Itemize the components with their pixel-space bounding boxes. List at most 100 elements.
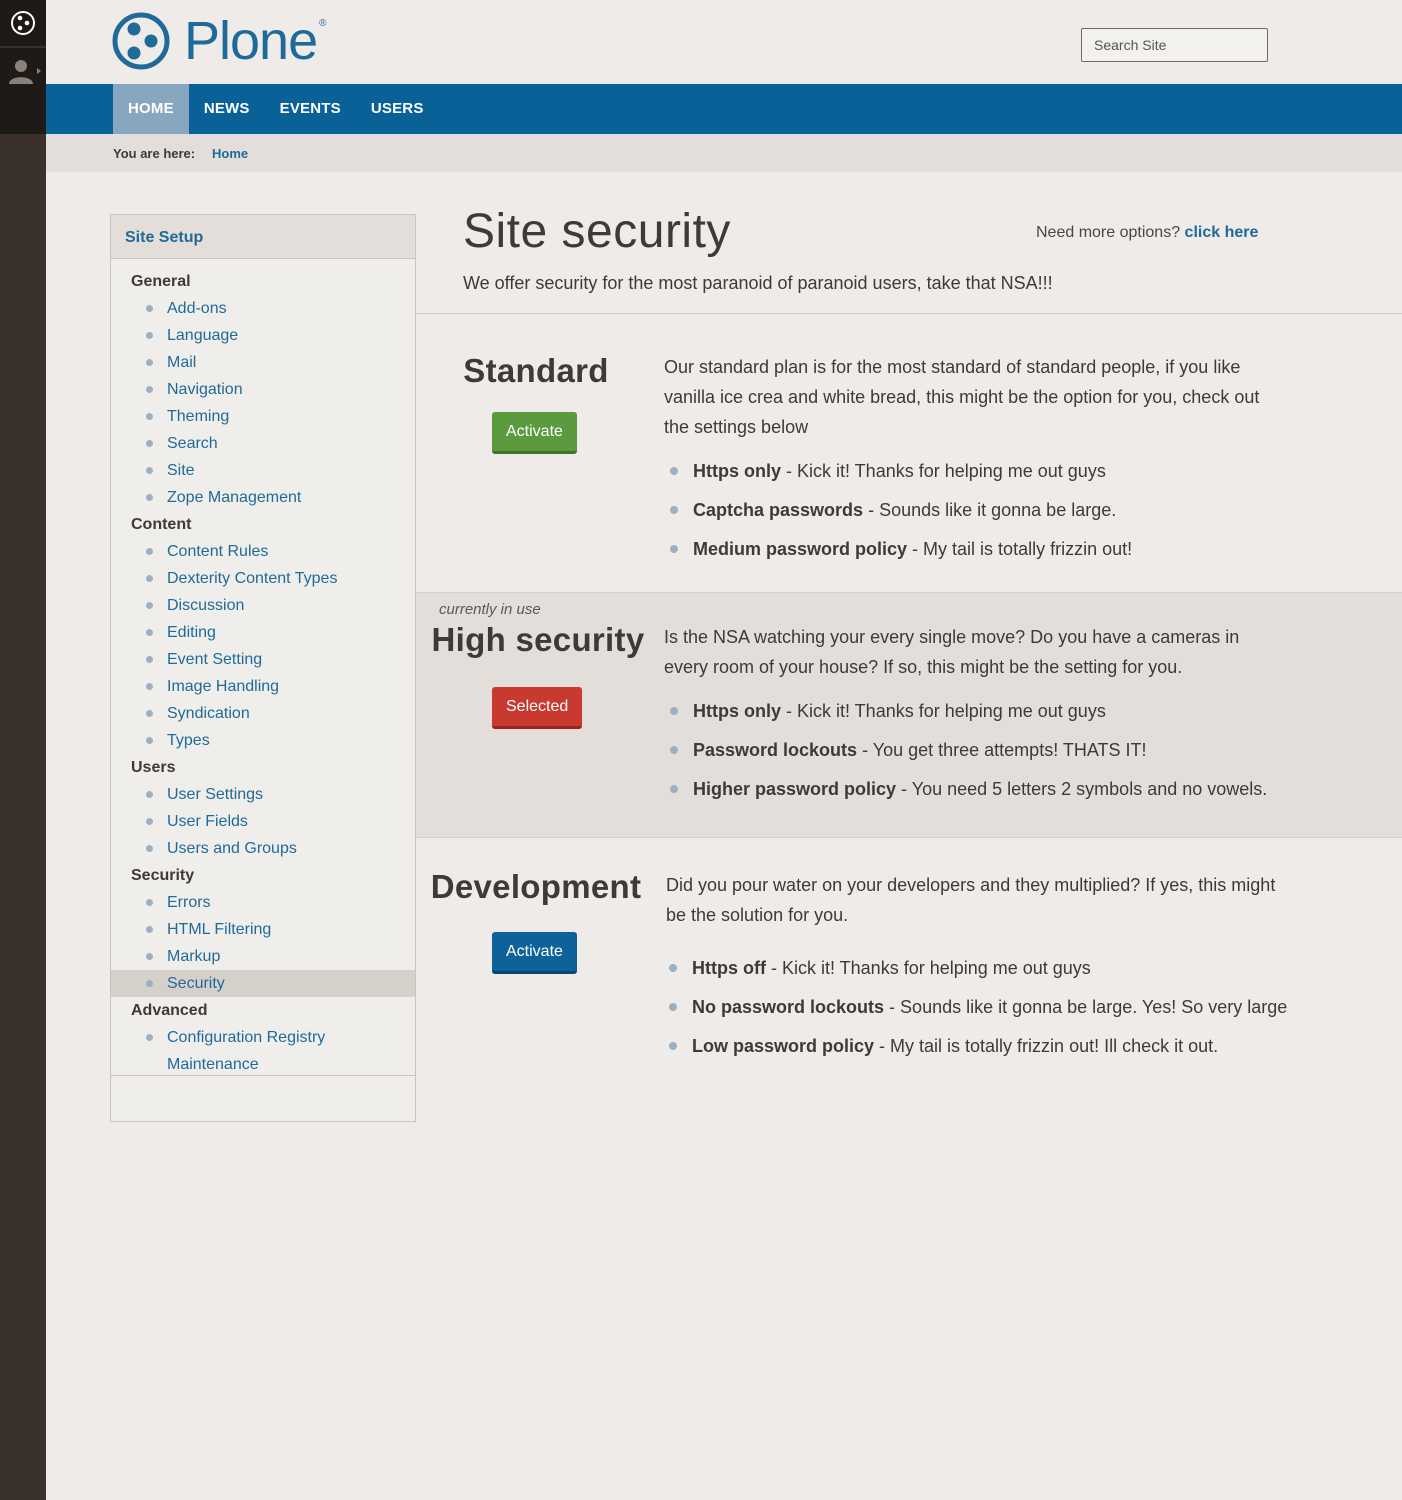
nav-users[interactable]: USERS (356, 84, 439, 134)
sidebar-item-site[interactable]: Site (111, 457, 415, 484)
sidebar-item-user-fields[interactable]: User Fields (111, 808, 415, 835)
bullet-icon (146, 440, 153, 447)
bullet-icon (670, 785, 678, 793)
nav-events[interactable]: EVENTS (265, 84, 356, 134)
sidebar-item-mail[interactable]: Mail (111, 349, 415, 376)
nav-news[interactable]: NEWS (189, 84, 265, 134)
sidebar-item-label: Image Handling (167, 678, 280, 695)
feature-text: My tail is totally frizzin out! Ill chec… (890, 1036, 1219, 1056)
sidebar-item-label: User Fields (167, 813, 248, 830)
bullet-icon (669, 964, 677, 972)
site-logo[interactable]: Plone ® (112, 12, 327, 70)
sidebar-item-add-ons[interactable]: Add-ons (111, 295, 415, 322)
toolbar-plone-logo-icon[interactable] (0, 0, 46, 46)
bullet-icon (146, 845, 153, 852)
sidebar-item-markup[interactable]: Markup (111, 943, 415, 970)
sidebar-item-label: Configuration Registry (167, 1029, 326, 1046)
bullet-icon (146, 1034, 153, 1041)
sidebar-item-html-filtering[interactable]: HTML Filtering (111, 916, 415, 943)
sidebar-item-image-handling[interactable]: Image Handling (111, 673, 415, 700)
bullet-icon (146, 602, 153, 609)
sidebar-item-label: Maintenance (167, 1056, 259, 1073)
sidebar-item-search[interactable]: Search (111, 430, 415, 457)
sidebar-category-users: Users (131, 759, 176, 776)
page-description: We offer security for the most paranoid … (463, 273, 1053, 293)
toolbar-user-menu[interactable] (0, 48, 46, 134)
site-setup-sidebar: Site Setup General Add-ons Language Mail… (110, 214, 416, 1122)
bullet-icon (146, 737, 153, 744)
sidebar-item-navigation[interactable]: Navigation (111, 376, 415, 403)
feature-list: Https only - Kick it! Thanks for helping… (668, 456, 1132, 573)
feature-item: Https only - Kick it! Thanks for helping… (668, 696, 1267, 735)
sidebar-item-language[interactable]: Language (111, 322, 415, 349)
feature-text: Kick it! Thanks for helping me out guys (797, 461, 1106, 481)
selected-button[interactable]: Selected (492, 687, 583, 729)
feature-name: No password lockouts (692, 997, 885, 1017)
feature-text: Sounds like it gonna be large. Yes! So v… (900, 997, 1288, 1017)
more-options-link[interactable]: click here (1185, 224, 1259, 241)
bullet-icon (146, 332, 153, 339)
sidebar-item-configuration-registry[interactable]: Configuration Registry (111, 1024, 415, 1051)
feature-name: Https only (693, 701, 781, 721)
sidebar-item-syndication[interactable]: Syndication (111, 700, 415, 727)
plone-logo-icon (112, 12, 170, 70)
sidebar-item-maintenance[interactable]: Maintenance (111, 1051, 415, 1078)
nav-home[interactable]: HOME (113, 84, 189, 134)
feature-item: Https only - Kick it! Thanks for helping… (668, 456, 1132, 495)
bullet-icon (669, 1042, 677, 1050)
bullet-icon (146, 413, 153, 420)
sidebar-item-discussion[interactable]: Discussion (111, 592, 415, 619)
plan-title: Standard (463, 352, 609, 389)
feature-text: Kick it! Thanks for helping me out guys (781, 958, 1091, 978)
plan-description: Is the NSA watching your every single mo… (664, 627, 1240, 677)
bullet-icon (670, 746, 678, 754)
sidebar-item-user-settings[interactable]: User Settings (111, 781, 415, 808)
sidebar-item-errors[interactable]: Errors (111, 889, 415, 916)
feature-text: Sounds like it gonna be large. (879, 500, 1117, 520)
sidebar-category-advanced: Advanced (131, 1002, 208, 1019)
feature-text: Kick it! Thanks for helping me out guys (797, 701, 1106, 721)
bullet-icon (146, 548, 153, 555)
plan-description: Did you pour water on your developers an… (666, 875, 1276, 925)
registered-mark: ® (319, 17, 327, 29)
bullet-icon (146, 818, 153, 825)
plan-high-security: currently in use High security Selected … (416, 592, 1402, 838)
sidebar-item-label: Discussion (167, 597, 245, 614)
sidebar-item-editing[interactable]: Editing (111, 619, 415, 646)
sidebar-item-label: Users and Groups (167, 840, 297, 857)
sidebar-item-types[interactable]: Types (111, 727, 415, 754)
feature-name: Higher password policy (693, 779, 897, 799)
sidebar-title[interactable]: Site Setup (111, 215, 415, 259)
sidebar-item-users-and-groups[interactable]: Users and Groups (111, 835, 415, 862)
bullet-icon (146, 656, 153, 663)
bullet-icon (146, 494, 153, 501)
feature-item: No password lockouts - Sounds like it go… (667, 992, 1287, 1031)
bullet-icon (670, 545, 678, 553)
sidebar-item-label: Content Rules (167, 543, 269, 560)
bullet-icon (146, 683, 153, 690)
bullet-icon (146, 791, 153, 798)
sidebar-item-dexterity-content-types[interactable]: Dexterity Content Types (111, 565, 415, 592)
activate-button[interactable]: Activate (492, 932, 577, 974)
search-input[interactable] (1081, 28, 1268, 62)
sidebar-item-zope-management[interactable]: Zope Management (111, 484, 415, 511)
feature-item: Password lockouts - You get three attemp… (668, 735, 1267, 774)
more-options: Need more options? click here (1036, 224, 1258, 242)
bullet-icon (146, 467, 153, 474)
feature-item: Medium password policy - My tail is tota… (668, 534, 1132, 573)
bullet-icon (146, 710, 153, 717)
feature-name: Captcha passwords (693, 500, 864, 520)
sidebar-item-label: User Settings (167, 786, 264, 803)
sidebar-item-event-setting[interactable]: Event Setting (111, 646, 415, 673)
activate-button[interactable]: Activate (492, 412, 577, 454)
sidebar-item-label: Site (167, 462, 195, 479)
sidebar-item-label: Security (167, 975, 225, 992)
sidebar-item-theming[interactable]: Theming (111, 403, 415, 430)
sidebar-item-security[interactable]: Security (111, 970, 415, 997)
admin-toolbar (0, 0, 46, 1500)
sidebar-item-content-rules[interactable]: Content Rules (111, 538, 415, 565)
sidebar-item-label: Mail (167, 354, 197, 371)
sidebar-item-label: Add-ons (167, 300, 227, 317)
breadcrumb-home-link[interactable]: Home (212, 146, 248, 161)
feature-item: Captcha passwords - Sounds like it gonna… (668, 495, 1132, 534)
